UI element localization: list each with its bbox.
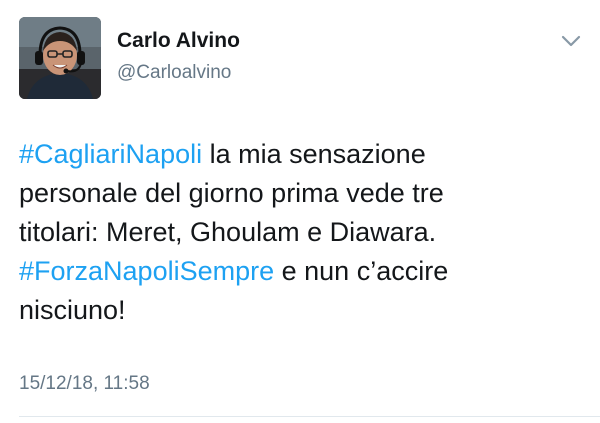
tweet-text-segment: titolari: Meret, Ghoulam e Diawara. [19, 217, 437, 247]
hashtag-link[interactable]: #ForzaNapoliSempre [19, 256, 274, 286]
tweet-text: #CagliariNapoli la mia sensazione person… [19, 135, 579, 330]
tweet-line: titolari: Meret, Ghoulam e Diawara. [19, 213, 579, 252]
tweet-line: nisciuno! [19, 291, 579, 330]
author-handle[interactable]: @Carloalvino [117, 62, 231, 84]
tweet-card: Carlo Alvino @Carloalvino #CagliariNapol… [0, 0, 600, 423]
tweet-line: personale del giorno prima vede tre [19, 174, 579, 213]
hashtag-link[interactable]: #CagliariNapoli [19, 139, 202, 169]
tweet-text-segment: personale del giorno prima vede tre [19, 178, 444, 208]
avatar-photo [19, 17, 101, 99]
tweet-text-segment: e nun c’accire [274, 256, 449, 286]
avatar[interactable] [19, 17, 101, 99]
tweet-timestamp[interactable]: 15/12/18, 11:58 [19, 373, 150, 395]
author-name[interactable]: Carlo Alvino [117, 29, 240, 53]
chevron-down-icon[interactable] [560, 34, 582, 48]
tweet-text-segment: la mia sensazione [202, 139, 426, 169]
tweet-line: #CagliariNapoli la mia sensazione [19, 135, 579, 174]
divider [19, 416, 600, 417]
tweet-line: #ForzaNapoliSempre e nun c’accire [19, 252, 579, 291]
tweet-text-segment: nisciuno! [19, 295, 126, 325]
